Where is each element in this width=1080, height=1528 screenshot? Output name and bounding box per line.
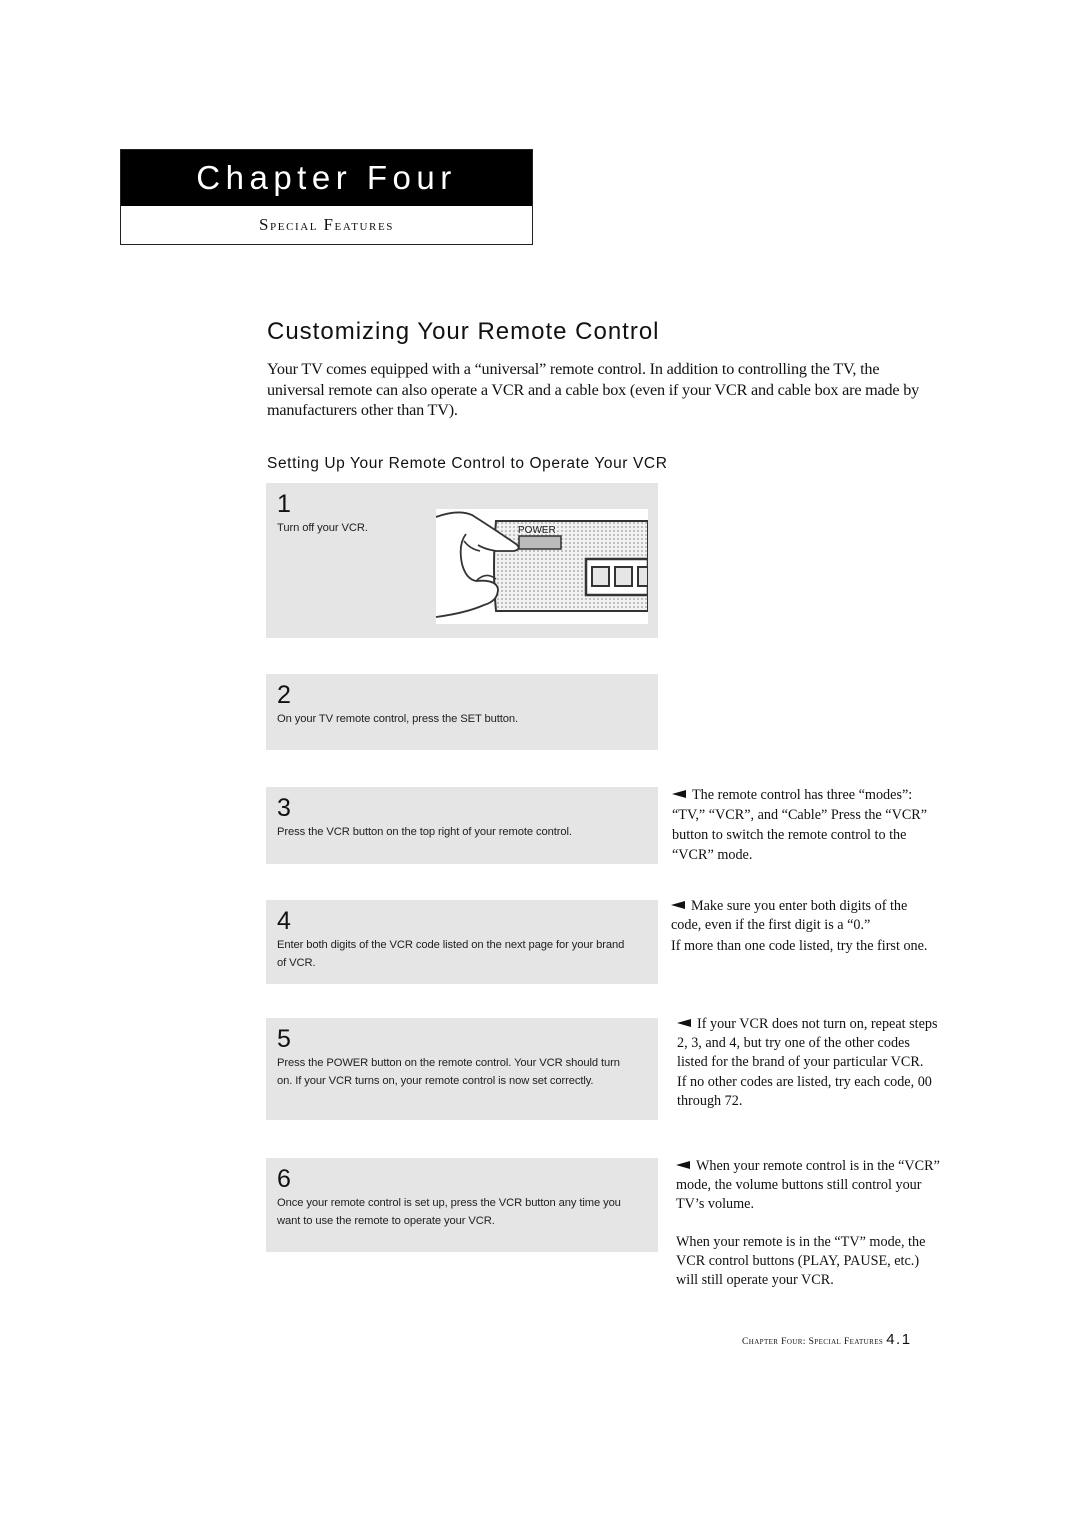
step-number: 5 bbox=[277, 1025, 291, 1053]
step-number: 6 bbox=[277, 1165, 291, 1193]
hand-pressing-power-button-icon: POWER bbox=[435, 511, 650, 618]
chapter-title: Chapter Four bbox=[121, 150, 532, 206]
note-text: The remote control has three “modes”: “T… bbox=[672, 787, 928, 863]
step-3: 3 Press the VCR button on the top right … bbox=[266, 787, 658, 864]
page-number: 4.1 bbox=[886, 1331, 912, 1348]
side-note: Make sure you enter both digits of the c… bbox=[671, 897, 939, 955]
step-text: Press the POWER button on the remote con… bbox=[277, 1057, 620, 1087]
footer-label: Chapter Four: Special Features bbox=[742, 1337, 884, 1347]
step-text: On your TV remote control, press the SET… bbox=[277, 713, 519, 725]
step-2: 2 On your TV remote control, press the S… bbox=[266, 674, 658, 750]
note-extra: If more than one code listed, try the fi… bbox=[671, 937, 928, 954]
step-number: 2 bbox=[277, 681, 291, 709]
section-title: Customizing Your Remote Control bbox=[267, 318, 660, 345]
page-footer: Chapter Four: Special Features 4.1 bbox=[742, 1331, 912, 1349]
chapter-header: Chapter Four Special Features bbox=[120, 149, 533, 245]
chapter-subtitle: Special Features bbox=[121, 206, 532, 244]
left-arrow-icon bbox=[676, 1161, 690, 1169]
subtitle-word: eatures bbox=[334, 218, 395, 234]
subsection-title: Setting Up Your Remote Control to Operat… bbox=[267, 455, 668, 472]
step-text: Press the VCR button on the top right of… bbox=[277, 826, 572, 838]
left-arrow-icon bbox=[677, 1019, 691, 1027]
side-note: When your remote control is in the “VCR”… bbox=[676, 1157, 940, 1290]
note-text: If your VCR does not turn on, repeat ste… bbox=[677, 1016, 938, 1070]
note-extra: If no other codes are listed, try each c… bbox=[677, 1074, 932, 1110]
vcr-power-illustration: POWER bbox=[435, 509, 650, 624]
note-extra: When your remote is in the “TV” mode, th… bbox=[676, 1234, 926, 1288]
side-note: The remote control has three “modes”: “T… bbox=[672, 785, 934, 865]
step-text: Turn off your VCR. bbox=[277, 522, 368, 534]
subtitle-initial: S bbox=[258, 215, 271, 234]
intro-paragraph: Your TV comes equipped with a “universal… bbox=[267, 360, 920, 419]
step-6: 6 Once your remote control is set up, pr… bbox=[266, 1158, 658, 1252]
left-arrow-icon bbox=[672, 790, 686, 798]
note-text: When your remote control is in the “VCR”… bbox=[676, 1158, 940, 1212]
step-5: 5 Press the POWER button on the remote c… bbox=[266, 1018, 658, 1120]
step-number: 3 bbox=[277, 794, 291, 822]
step-number: 4 bbox=[277, 907, 291, 935]
subtitle-initial: F bbox=[323, 215, 335, 234]
step-4: 4 Enter both digits of the VCR code list… bbox=[266, 900, 658, 984]
subtitle-word: pecial bbox=[270, 218, 324, 234]
step-text: Enter both digits of the VCR code listed… bbox=[277, 939, 625, 969]
note-text: Make sure you enter both digits of the c… bbox=[671, 898, 908, 933]
side-note: If your VCR does not turn on, repeat ste… bbox=[677, 1015, 939, 1111]
left-arrow-icon bbox=[671, 901, 685, 909]
power-label: POWER bbox=[518, 525, 556, 536]
step-text: Once your remote control is set up, pres… bbox=[277, 1197, 621, 1227]
